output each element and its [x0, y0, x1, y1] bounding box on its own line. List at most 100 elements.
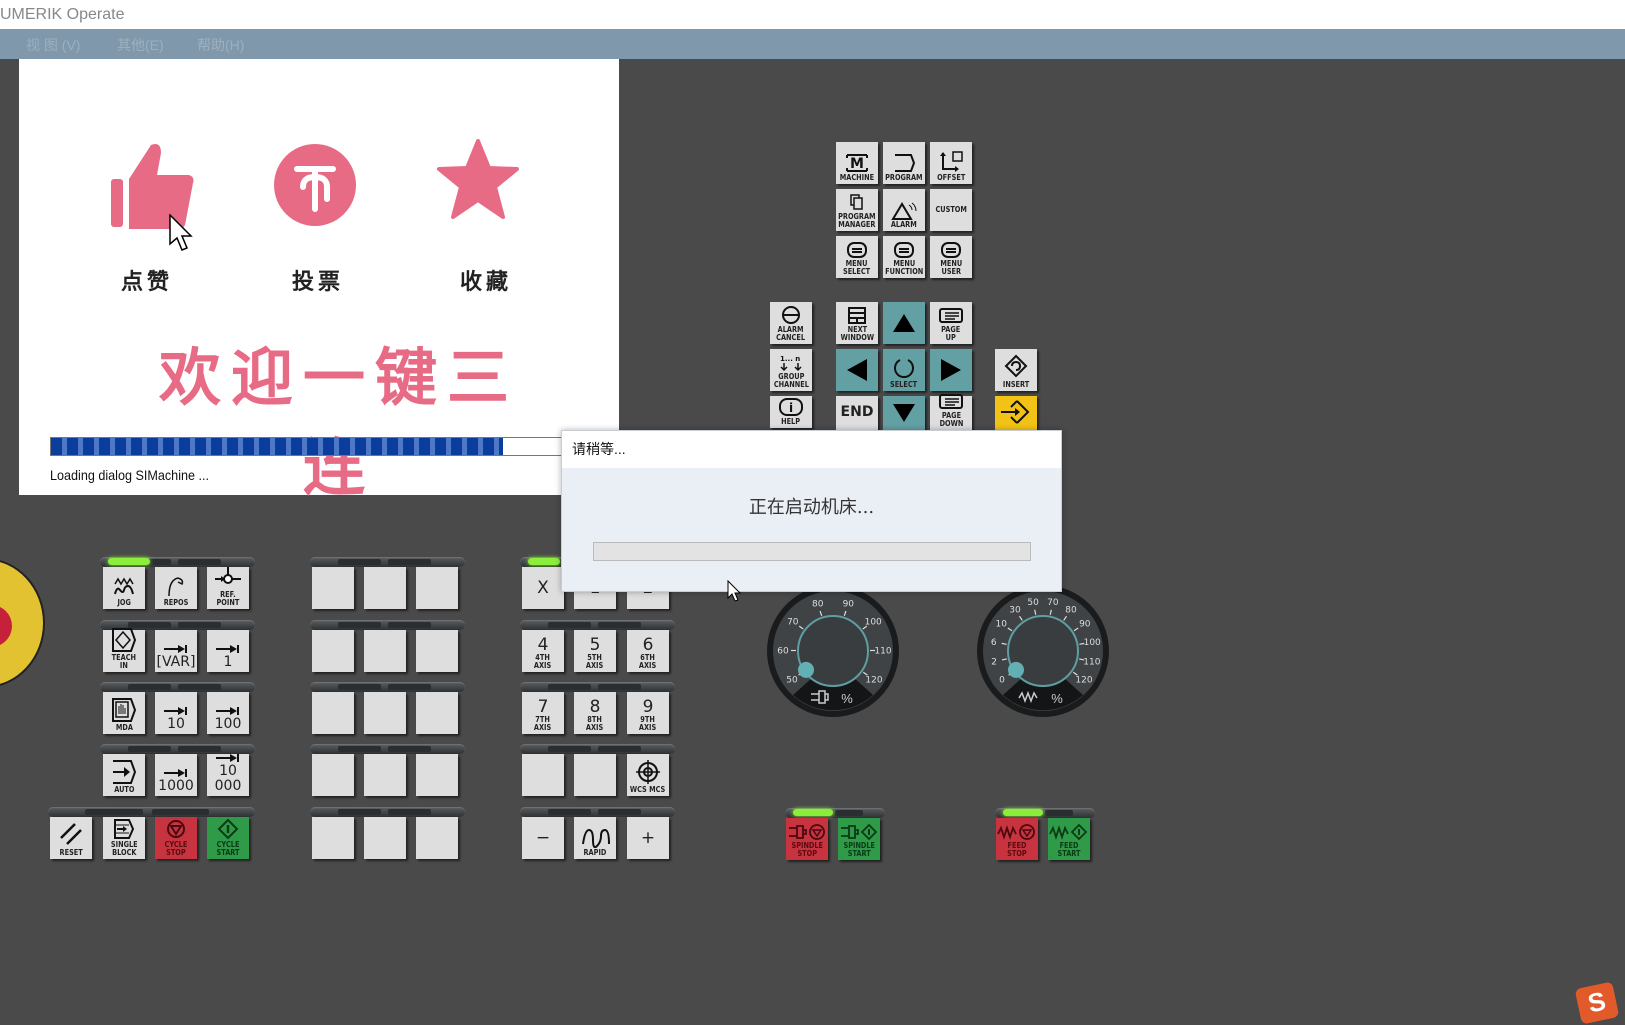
custom-key[interactable] [312, 630, 354, 672]
key-axis-0[interactable]: X [522, 567, 564, 609]
key-mode-jog[interactable]: JOG [103, 567, 145, 609]
key-spindle-start[interactable]: SPINDLE START [838, 818, 880, 860]
key-single-block[interactable]: SINGLE BLOCK [103, 817, 145, 859]
custom-key[interactable] [416, 692, 458, 734]
key-label: TEACH IN [111, 653, 137, 670]
key-axis-13[interactable]: RAPID [574, 817, 616, 859]
key-axis-5[interactable]: 6 6TH AXIS [627, 630, 669, 672]
key-help[interactable]: i HELP [770, 396, 812, 428]
teach-in-icon [110, 627, 138, 654]
menu-icon [846, 241, 868, 260]
key-axis-3[interactable]: 4 4TH AXIS [522, 630, 564, 672]
key-mode-mda[interactable]: MDA [103, 692, 145, 734]
key-axis-12[interactable]: − [522, 817, 564, 859]
key-axis-11[interactable]: WCS MCS [627, 754, 669, 796]
custom-key[interactable] [416, 567, 458, 609]
status-led [528, 558, 560, 565]
custom-key[interactable] [312, 692, 354, 734]
key-cursor-left[interactable] [836, 349, 878, 391]
spindle-override-dial[interactable]: 50 60 70 80 90 100 110 120% [767, 585, 899, 717]
mouse-cursor-icon [727, 580, 742, 602]
svg-text:M: M [850, 156, 864, 172]
key-custom[interactable]: CUSTOM [930, 189, 972, 231]
key-feed-stop[interactable]: FEED STOP [996, 818, 1038, 860]
key-menu-user[interactable]: MENU USER [930, 236, 972, 278]
custom-key[interactable] [364, 754, 406, 796]
custom-key[interactable] [416, 630, 458, 672]
custom-key[interactable] [312, 567, 354, 609]
custom-key[interactable] [364, 567, 406, 609]
key-cursor-right[interactable] [930, 349, 972, 391]
star-icon[interactable] [437, 139, 519, 221]
key-label: REF. POINT [216, 590, 240, 607]
key-cycle-stop[interactable]: CYCLE STOP [155, 817, 197, 859]
key-axis-10[interactable] [574, 754, 616, 796]
key-number: 1000 [158, 778, 194, 794]
custom-key[interactable] [364, 630, 406, 672]
key-label: GROUP CHANNEL [773, 372, 809, 389]
dial-tick-label: 90 [843, 599, 855, 609]
key-machine[interactable]: M MACHINE [836, 142, 878, 184]
key-alarm[interactable]: ALARM [883, 189, 925, 231]
menu-view[interactable]: 视 图 (V) [26, 29, 80, 61]
spindle-start-icon [839, 823, 879, 842]
key-offset[interactable]: OFFSET [930, 142, 972, 184]
key-mode-ref-point[interactable]: REF. POINT [207, 567, 249, 609]
key-axis-14[interactable]: + [627, 817, 669, 859]
key-mode-auto[interactable]: AUTO [103, 754, 145, 796]
key-cursor-down[interactable] [883, 396, 925, 430]
key-reset[interactable]: RESET [50, 817, 92, 859]
key-label: CUSTOM [935, 205, 967, 214]
key-label: 8TH AXIS [586, 715, 604, 732]
key-mode-10[interactable]: 10 [155, 692, 197, 734]
key-axis-8[interactable]: 9 9TH AXIS [627, 692, 669, 734]
key-mode-100[interactable]: 100 [207, 692, 249, 734]
key-mode-repos[interactable]: REPOS [155, 567, 197, 609]
mda-icon [110, 697, 138, 724]
key-axis-9[interactable] [522, 754, 564, 796]
key-program[interactable]: PROGRAM [883, 142, 925, 184]
key-axis-6[interactable]: 7 7TH AXIS [522, 692, 564, 734]
key-input[interactable] [995, 396, 1037, 430]
sogou-ime-icon[interactable]: S [1574, 981, 1620, 1025]
key-select[interactable]: SELECT [883, 349, 925, 391]
offset-icon [938, 151, 964, 174]
key-alarm-cancel[interactable]: ALARM CANCEL [770, 302, 812, 344]
feed-override-dial[interactable]: 0 2 6 10 30 50 70 80 90 100 110 120% [977, 585, 1109, 717]
key-mode--var-[interactable]: [VAR] [155, 630, 197, 672]
custom-key[interactable] [312, 817, 354, 859]
key-spindle-stop[interactable]: SPINDLE STOP [786, 818, 828, 860]
key-next-window[interactable]: NEXT WINDOW [836, 302, 878, 344]
dial-tick-label: 2 [991, 658, 997, 668]
key-group-channel[interactable]: 1... n GROUP CHANNEL [770, 349, 812, 391]
custom-key[interactable] [364, 817, 406, 859]
key-menu-select[interactable]: MENU SELECT [836, 236, 878, 278]
key-mode-10-000[interactable]: 10 000 [207, 754, 249, 796]
key-cursor-up[interactable] [883, 302, 925, 344]
info-icon: i [778, 397, 804, 418]
custom-key[interactable] [416, 754, 458, 796]
custom-key[interactable] [416, 817, 458, 859]
menu-other[interactable]: 其他(E) [117, 29, 164, 61]
key-end[interactable]: END [836, 396, 878, 430]
key-mode-1000[interactable]: 1000 [155, 754, 197, 796]
feed-stop-icon [997, 823, 1037, 842]
page-icon [937, 307, 965, 326]
key-axis-7[interactable]: 8 8TH AXIS [574, 692, 616, 734]
key-mode-1[interactable]: 1 [207, 630, 249, 672]
key-axis-4[interactable]: 5 5TH AXIS [574, 630, 616, 672]
key-label: ALARM CANCEL [776, 325, 806, 342]
menu-help[interactable]: 帮助(H) [197, 29, 244, 61]
custom-key[interactable] [364, 692, 406, 734]
key-menu-function[interactable]: MENU FUNCTION [883, 236, 925, 278]
key-mode-teach-in[interactable]: TEACH IN [103, 627, 145, 672]
reset-icon [57, 820, 85, 849]
key-page-down[interactable]: PAGE DOWN [930, 394, 972, 430]
key-page-up[interactable]: PAGE UP [930, 302, 972, 344]
key-feed-start[interactable]: FEED START [1048, 818, 1090, 860]
coin-icon[interactable] [273, 143, 357, 227]
custom-key[interactable] [312, 754, 354, 796]
key-cycle-start[interactable]: CYCLE START [207, 817, 249, 859]
key-program-manager[interactable]: PROGRAM MANAGER [836, 189, 878, 231]
key-insert[interactable]: INSERT [995, 349, 1037, 391]
